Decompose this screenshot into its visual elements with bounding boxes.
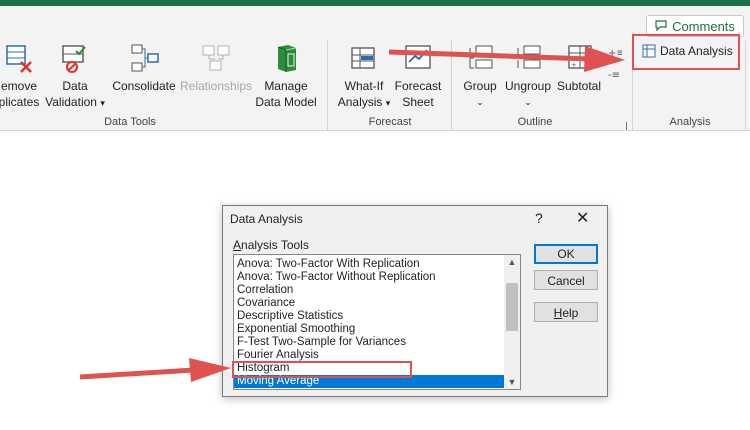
manage-data-model-label-2: Data Model: [255, 95, 317, 109]
data-validation-label-2: Validation: [45, 95, 97, 109]
ribbon: Comments emove plicates Data Validation …: [0, 6, 750, 131]
ungroup-label: Ungroup: [504, 79, 552, 93]
comment-icon: [655, 19, 667, 34]
consolidate-button[interactable]: Consolidate: [111, 42, 177, 94]
remove-duplicates-icon: [6, 45, 32, 73]
what-if-label-2: Analysis: [337, 95, 383, 109]
comments-label: Comments: [672, 18, 735, 34]
group-label-outline: Outline: [517, 116, 553, 128]
list-item[interactable]: Covariance: [234, 297, 504, 310]
consolidate-label: Consolidate: [112, 79, 176, 93]
what-if-label-1: What-If: [344, 79, 384, 93]
dialog-title: Data Analysis: [230, 212, 303, 226]
list-item[interactable]: F-Test Two-Sample for Variances: [234, 336, 504, 349]
group-separator: [745, 40, 746, 130]
help-button[interactable]: Help: [534, 302, 598, 322]
relationships-button[interactable]: Relationships: [180, 42, 252, 94]
red-arrow-to-data-analysis-icon: [388, 46, 625, 72]
chevron-down-icon: ▾: [385, 98, 391, 108]
forecast-sheet-label-1: Forecast: [394, 79, 442, 93]
histogram-highlight-box: [232, 361, 412, 378]
list-scrollbar[interactable]: ▲ ▼: [504, 255, 520, 389]
outline-dialog-launcher-icon[interactable]: [618, 122, 627, 130]
consolidate-icon: [131, 44, 159, 72]
scroll-up-icon[interactable]: ▲: [504, 255, 520, 269]
data-validation-button[interactable]: Data Validation ▾: [42, 42, 108, 111]
list-item[interactable]: Descriptive Statistics: [234, 310, 504, 323]
chevron-down-icon: ⌄: [476, 97, 484, 107]
list-item[interactable]: Exponential Smoothing: [234, 323, 504, 336]
data-validation-icon: [62, 45, 86, 73]
chevron-down-icon: ⌄: [524, 97, 532, 107]
remove-duplicates-button[interactable]: emove plicates: [0, 42, 44, 110]
close-icon[interactable]: ✕: [576, 208, 589, 228]
group-label: Group: [463, 79, 497, 93]
remove-duplicates-label-1: emove: [0, 79, 38, 93]
manage-data-model-label-1: Manage: [264, 79, 308, 93]
data-analysis-highlight-box: [632, 34, 740, 70]
list-item[interactable]: Correlation: [234, 284, 504, 297]
red-arrow-to-histogram-icon: [79, 358, 231, 382]
list-item[interactable]: Anova: Two-Factor Without Replication: [234, 271, 504, 284]
forecast-sheet-label-2: Sheet: [402, 95, 434, 109]
scroll-down-icon[interactable]: ▼: [504, 375, 520, 389]
relationships-label: Relationships: [180, 79, 253, 93]
group-separator: [327, 40, 328, 130]
help-question-icon[interactable]: ?: [535, 210, 543, 226]
relationships-icon: [202, 45, 230, 71]
group-label-analysis: Analysis: [669, 116, 711, 128]
cancel-button[interactable]: Cancel: [534, 270, 598, 290]
analysis-tools-label: Analysis Tools: [233, 238, 309, 252]
list-item[interactable]: Anova: Two-Factor With Replication: [234, 258, 504, 271]
subtotal-label: Subtotal: [556, 79, 602, 93]
chevron-down-icon: ▾: [100, 98, 105, 108]
manage-data-model-button[interactable]: Manage Data Model: [254, 42, 318, 110]
scroll-thumb[interactable]: [506, 283, 518, 331]
ok-button[interactable]: OK: [534, 244, 598, 264]
data-model-icon: [277, 45, 297, 72]
remove-duplicates-label-2: plicates: [0, 95, 40, 109]
what-if-icon: [351, 47, 375, 69]
group-label-forecast: Forecast: [368, 116, 412, 128]
group-label-data-tools: Data Tools: [104, 116, 156, 128]
data-validation-label-1: Data: [62, 79, 88, 93]
